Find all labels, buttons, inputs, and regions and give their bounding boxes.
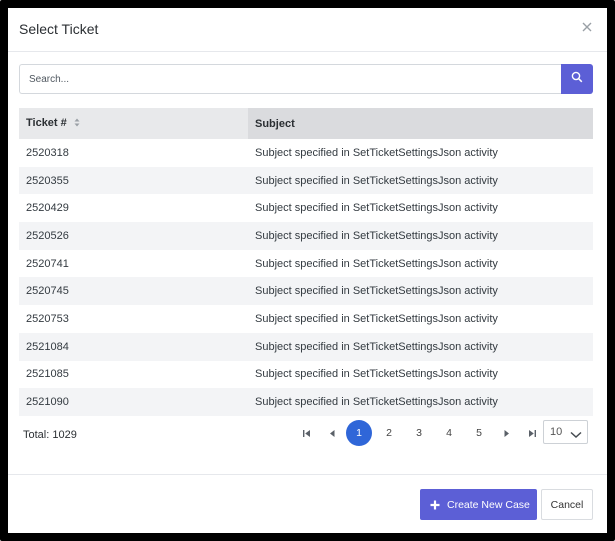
table-row[interactable]: 2520745 Subject specified in SetTicketSe… (19, 277, 593, 306)
table-row[interactable]: 2520753 Subject specified in SetTicketSe… (19, 305, 593, 333)
create-new-case-button[interactable]: Create New Case (420, 489, 537, 520)
ticket-subject: Subject specified in SetTicketSettingsJs… (248, 249, 593, 278)
dialog-header: Select Ticket (8, 8, 607, 52)
column-header-ticket[interactable]: Ticket # (19, 108, 248, 139)
ticket-number: 2520753 (19, 305, 248, 333)
cancel-button[interactable]: Cancel (541, 489, 593, 520)
create-new-case-label: Create New Case (447, 498, 530, 511)
ticket-subject: Subject specified in SetTicketSettingsJs… (248, 139, 593, 167)
ticket-number: 2520526 (19, 222, 248, 250)
table-row[interactable]: 2520355 Subject specified in SetTicketSe… (19, 166, 593, 195)
column-header-subject: Subject (248, 108, 593, 139)
ticket-number: 2520745 (19, 277, 248, 306)
ticket-subject: Subject specified in SetTicketSettingsJs… (248, 305, 593, 333)
total-count: Total: 1029 (23, 429, 77, 441)
last-page-icon[interactable] (519, 420, 545, 446)
chevron-down-icon (569, 426, 583, 448)
next-page-icon[interactable] (493, 420, 519, 446)
first-page-icon[interactable] (293, 420, 319, 446)
ticket-subject: Subject specified in SetTicketSettingsJs… (248, 388, 593, 416)
dialog-footer: Create New Case Cancel (8, 474, 607, 533)
table-header-row: Ticket # Subject (19, 108, 593, 139)
ticket-subject: Subject specified in SetTicketSettingsJs… (248, 194, 593, 223)
ticket-number: 2520741 (19, 249, 248, 278)
table-row[interactable]: 2521090 Subject specified in SetTicketSe… (19, 388, 593, 416)
ticket-number: 2520429 (19, 194, 248, 223)
ticket-subject: Subject specified in SetTicketSettingsJs… (248, 360, 593, 389)
table-row[interactable]: 2520318 Subject specified in SetTicketSe… (19, 139, 593, 167)
ticket-number: 2520355 (19, 166, 248, 195)
table-row[interactable]: 2520429 Subject specified in SetTicketSe… (19, 194, 593, 223)
ticket-subject: Subject specified in SetTicketSettingsJs… (248, 277, 593, 306)
ticket-subject: Subject specified in SetTicketSettingsJs… (248, 222, 593, 250)
ticket-number: 2520318 (19, 139, 248, 167)
page-button-4[interactable]: 4 (436, 420, 462, 446)
search-input[interactable] (19, 64, 562, 94)
ticket-number: 2521090 (19, 388, 248, 416)
ticket-subject: Subject specified in SetTicketSettingsJs… (248, 332, 593, 361)
table-row[interactable]: 2521084 Subject specified in SetTicketSe… (19, 332, 593, 361)
tickets-table: Ticket # Subject 2520318 Subject specifi… (19, 108, 593, 416)
page-button-1[interactable]: 1 (346, 420, 372, 446)
ticket-number: 2521084 (19, 332, 248, 361)
search-button[interactable] (561, 64, 593, 94)
table-row[interactable]: 2520526 Subject specified in SetTicketSe… (19, 222, 593, 250)
page-button-2[interactable]: 2 (376, 420, 402, 446)
page-size-select[interactable]: 10 (543, 420, 588, 444)
page-size-value: 10 (550, 426, 563, 438)
window-frame: Select Ticket Search... Ticket # Subject… (0, 0, 615, 541)
page-button-5[interactable]: 5 (466, 420, 492, 446)
column-header-label: Ticket # (26, 117, 67, 130)
page-button-3[interactable]: 3 (406, 420, 432, 446)
close-icon[interactable] (579, 19, 595, 35)
select-ticket-dialog: Select Ticket Search... Ticket # Subject… (8, 8, 607, 533)
ticket-number: 2521085 (19, 360, 248, 389)
search-bar (19, 64, 593, 94)
prev-page-icon[interactable] (319, 420, 345, 446)
search-icon (571, 70, 583, 88)
plus-icon (430, 500, 440, 510)
sort-icon (74, 118, 80, 130)
table-row[interactable]: 2521085 Subject specified in SetTicketSe… (19, 360, 593, 389)
dialog-title: Select Ticket (19, 21, 99, 37)
ticket-subject: Subject specified in SetTicketSettingsJs… (248, 166, 593, 195)
table-row[interactable]: 2520741 Subject specified in SetTicketSe… (19, 249, 593, 278)
